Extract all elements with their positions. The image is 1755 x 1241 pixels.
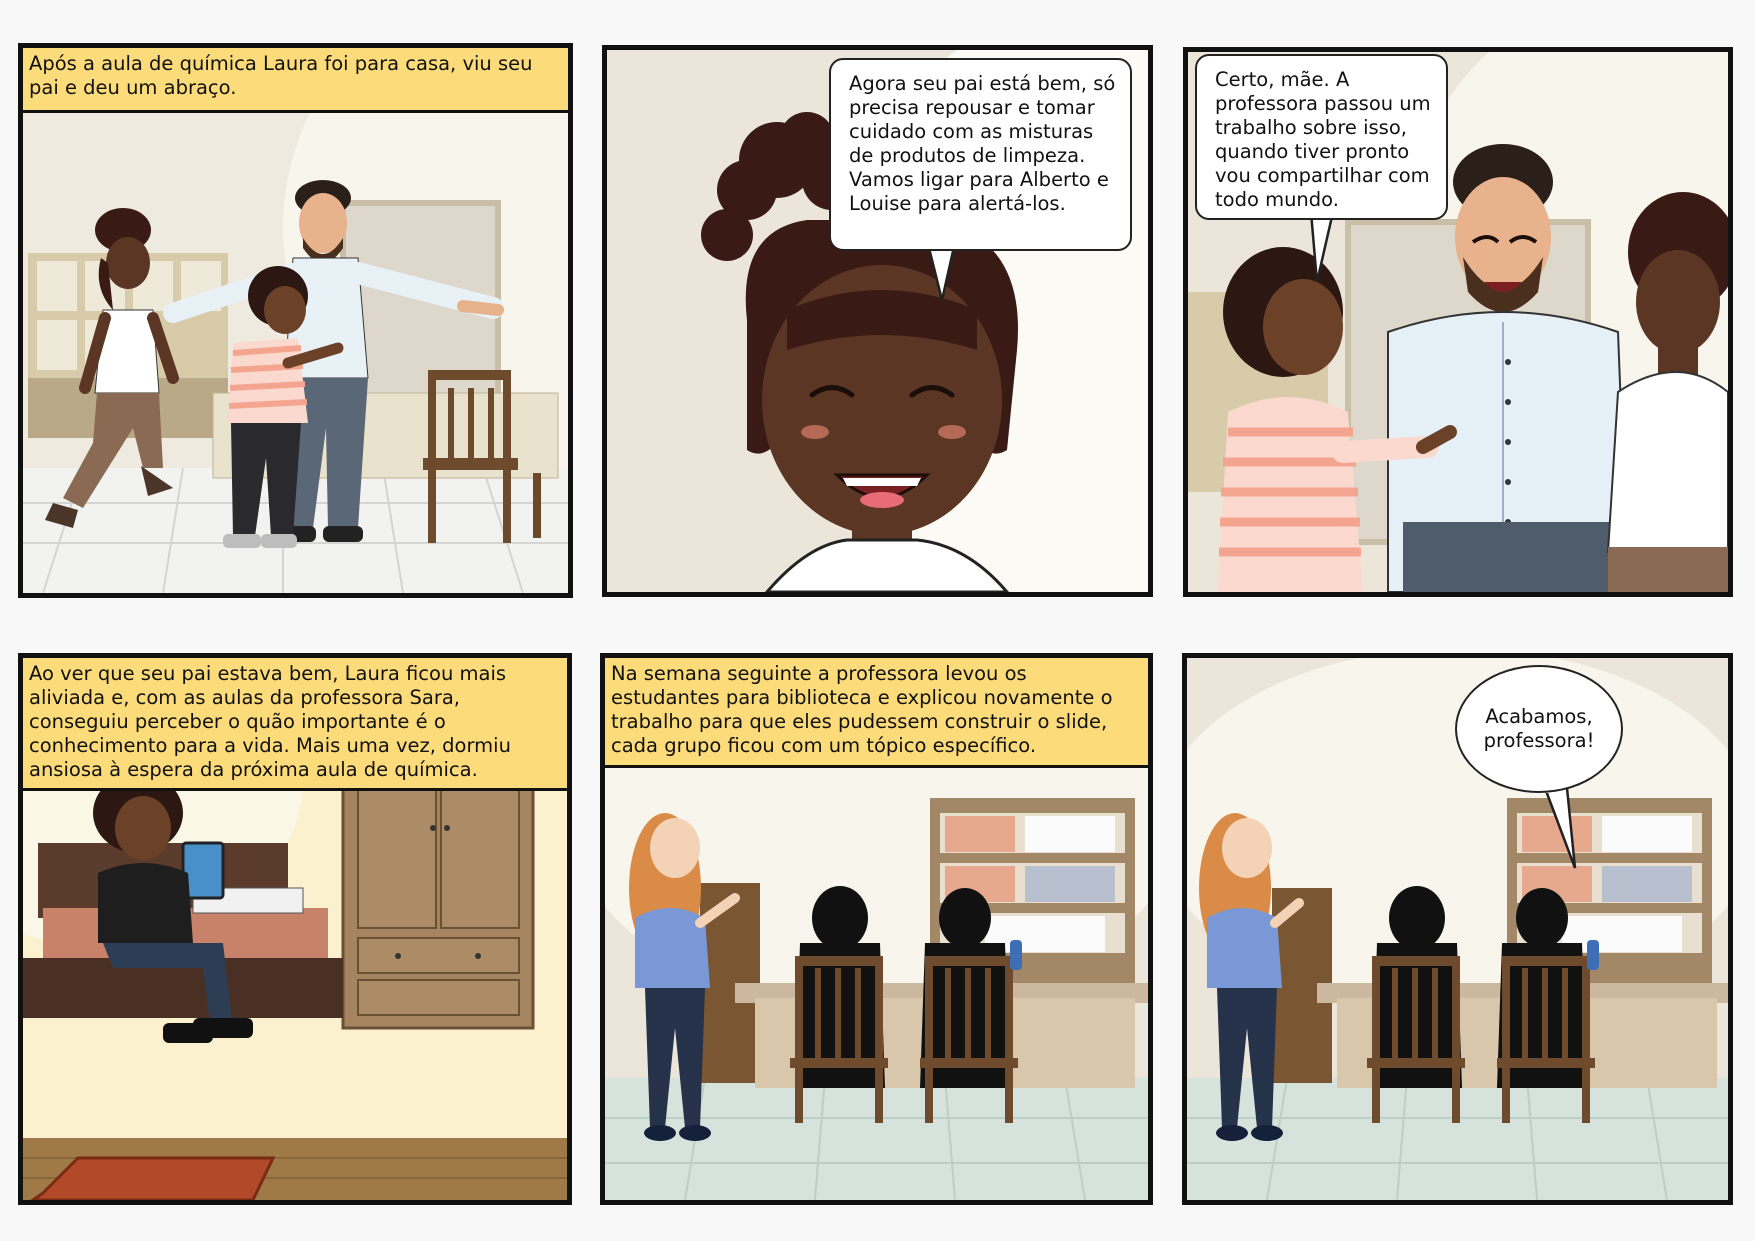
speech-bubble-tail xyxy=(1543,786,1577,869)
living-room-hug-scene xyxy=(23,48,568,593)
comic-panel-4: Ao ver que seu pai estava bem, Laura fic… xyxy=(18,653,572,1205)
panel-1-caption: Após a aula de química Laura foi para ca… xyxy=(23,48,568,113)
comic-panel-5: Na semana seguinte a professora levou os… xyxy=(600,653,1153,1205)
comic-panel-2: Agora seu pai está bem, só precisa repou… xyxy=(602,45,1153,597)
panel-4-caption: Ao ver que seu pai estava bem, Laura fic… xyxy=(23,658,567,791)
comic-panel-3: Certo, mãe. A professora passou um traba… xyxy=(1183,47,1733,597)
speech-bubble-tail xyxy=(1309,210,1335,283)
mother-speech-bubble: Agora seu pai está bem, só precisa repou… xyxy=(829,58,1132,251)
comic-panel-1: Após a aula de química Laura foi para ca… xyxy=(18,43,573,598)
students-speech-bubble: Acabamos, professora! xyxy=(1455,665,1623,793)
panel-5-caption: Na semana seguinte a professora levou os… xyxy=(605,658,1148,768)
laura-speech-bubble: Certo, mãe. A professora passou um traba… xyxy=(1195,54,1448,220)
comic-panel-6: Acabamos, professora! xyxy=(1182,653,1733,1205)
